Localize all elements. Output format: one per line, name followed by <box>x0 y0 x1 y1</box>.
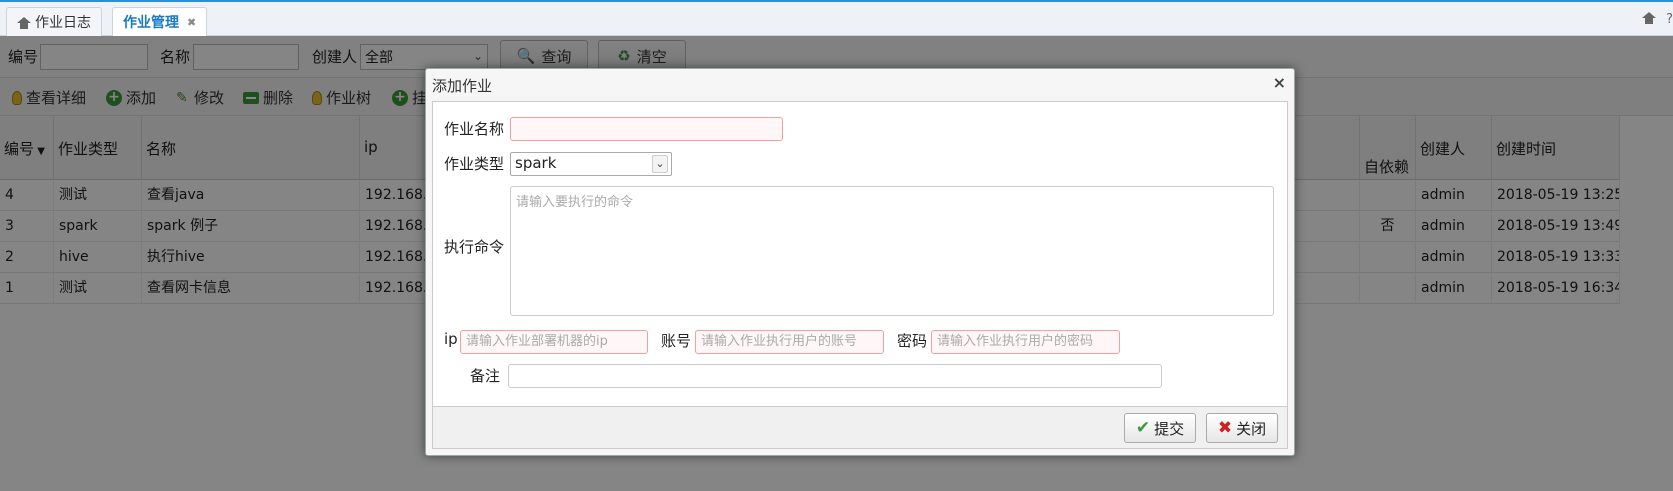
tab-job-management[interactable]: 作业管理 ✖ <box>112 7 208 38</box>
submit-button[interactable]: ✔ 提交 <box>1124 413 1196 443</box>
dialog-form: 作业名称 作业类型 spark ⌄ 执行命令 请输入要执行的命令 ip 请输入作… <box>432 101 1288 407</box>
account-input[interactable]: 请输入作业执行用户的账号 <box>695 330 884 354</box>
command-label: 执行命令 <box>444 238 505 256</box>
close-x-icon: ✖ <box>1217 418 1233 438</box>
remark-label: 备注 <box>470 367 501 385</box>
home-icon[interactable] <box>1642 12 1657 24</box>
close-button[interactable]: ✖ 关闭 <box>1206 413 1278 443</box>
tab-close-icon[interactable]: ✖ <box>187 9 196 37</box>
tab-job-log[interactable]: 作业日志 <box>6 7 102 37</box>
dialog-footer: ✔ 提交 ✖ 关闭 <box>432 407 1288 449</box>
close-button-label: 关闭 <box>1236 419 1267 438</box>
dialog-title: 添加作业 <box>432 77 493 95</box>
password-label: 密码 <box>897 332 928 350</box>
chevron-down-icon: ⌄ <box>652 155 668 173</box>
ip-label: ip <box>444 330 458 348</box>
home-icon <box>17 16 31 29</box>
tab-job-management-label: 作业管理 <box>123 15 179 31</box>
job-type-select[interactable]: spark ⌄ <box>510 152 672 176</box>
check-icon: ✔ <box>1135 418 1151 438</box>
submit-button-label: 提交 <box>1154 419 1185 438</box>
account-label: 账号 <box>661 332 692 350</box>
tab-bar: 作业日志 作业管理 ✖ ? <box>0 0 1673 38</box>
remark-input[interactable] <box>508 364 1162 388</box>
help-icon[interactable]: ? <box>1666 12 1673 27</box>
close-icon[interactable]: × <box>1273 73 1286 92</box>
password-input[interactable]: 请输入作业执行用户的密码 <box>931 330 1120 354</box>
command-textarea[interactable]: 请输入要执行的命令 <box>510 186 1274 316</box>
ip-input[interactable]: 请输入作业部署机器的ip <box>460 330 648 354</box>
job-type-select-value: spark <box>515 154 557 172</box>
add-job-dialog: 添加作业 × 作业名称 作业类型 spark ⌄ 执行命令 请输入要执行的命令 … <box>425 68 1295 456</box>
job-type-label: 作业类型 <box>444 155 505 173</box>
job-name-label: 作业名称 <box>444 120 505 138</box>
tab-job-log-label: 作业日志 <box>35 14 91 31</box>
tabbar-tools: ? <box>1642 12 1673 27</box>
job-name-input[interactable] <box>510 117 783 141</box>
